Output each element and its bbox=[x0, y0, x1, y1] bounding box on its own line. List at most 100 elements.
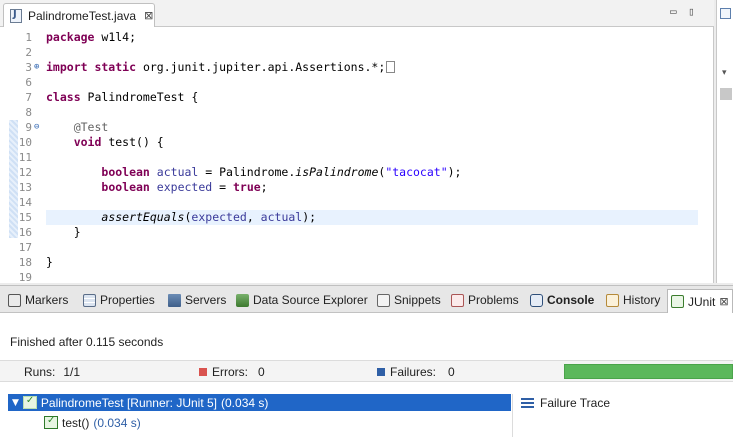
markers-icon bbox=[8, 293, 21, 307]
failure-icon bbox=[377, 368, 385, 376]
tab-markers[interactable]: Markers bbox=[8, 290, 68, 310]
tab-label: Problems bbox=[468, 293, 519, 307]
editor-tab-bar: PalindromeTest.java ⊠ ▭ ▯ bbox=[0, 0, 714, 27]
failures-counter: Failures: 0 bbox=[377, 365, 455, 379]
code-line[interactable]: 7 class PalindromeTest { bbox=[0, 90, 714, 105]
editor-tab-palindrometest[interactable]: PalindromeTest.java ⊠ bbox=[3, 3, 155, 27]
code-line[interactable]: 15 assertEquals(expected, actual); bbox=[0, 210, 714, 225]
code-editor[interactable]: 1 package w1l4; 2 3 ⊕ import static org.junit… bbox=[0, 28, 714, 283]
code-line[interactable]: 11 bbox=[0, 150, 714, 165]
code-line[interactable]: 10 void test() { bbox=[0, 135, 714, 150]
failure-trace-panel: Failure Trace bbox=[512, 394, 733, 437]
close-icon[interactable]: ⊠ bbox=[144, 9, 153, 22]
tab-console[interactable]: Console bbox=[530, 290, 594, 310]
code-line[interactable]: 1 package w1l4; bbox=[0, 30, 714, 45]
tree-item-time: (0.034 s) bbox=[93, 415, 141, 430]
editor-pane: PalindromeTest.java ⊠ ▭ ▯ 1 package w1l4;… bbox=[0, 0, 714, 283]
code-line[interactable]: 19 bbox=[0, 270, 714, 283]
code-line[interactable]: 12 boolean actual = Palindrome.isPalindr… bbox=[0, 165, 714, 180]
junit-icon bbox=[671, 295, 684, 308]
minimize-icon[interactable]: ▭ bbox=[670, 5, 677, 18]
tab-label: Console bbox=[547, 293, 595, 307]
console-icon bbox=[530, 293, 543, 307]
tab-problems[interactable]: Problems bbox=[451, 290, 519, 310]
code-text: import static org.junit.jupiter.api.Asse… bbox=[46, 60, 396, 75]
test-tree[interactable]: ▼ PalindromeTest [Runner: JUnit 5] (0.03… bbox=[8, 394, 511, 437]
code-line[interactable]: 6 bbox=[0, 75, 714, 90]
code-line[interactable]: 8 bbox=[0, 105, 714, 120]
outline-icon[interactable] bbox=[720, 8, 731, 19]
code-line[interactable]: 16 } bbox=[0, 225, 714, 240]
tab-label: Properties bbox=[100, 293, 155, 307]
line-number: 7 bbox=[25, 91, 32, 104]
test-pass-icon bbox=[44, 415, 58, 429]
tree-item-time: (0.034 s) bbox=[221, 395, 269, 410]
code-line[interactable]: 13 boolean expected = true; bbox=[0, 180, 714, 195]
code-line[interactable]: 9 ⊖ @Test bbox=[0, 120, 714, 135]
tab-properties[interactable]: Properties bbox=[83, 290, 155, 310]
line-number: 2 bbox=[25, 46, 32, 59]
failures-label: Failures: bbox=[390, 365, 437, 379]
line-number: 3 bbox=[25, 61, 32, 74]
runs-label: Runs: bbox=[24, 365, 56, 379]
line-number: 11 bbox=[18, 151, 32, 164]
line-number: 16 bbox=[18, 226, 32, 239]
test-suite-pass-icon bbox=[22, 395, 37, 409]
tab-label: Data Source Explorer bbox=[253, 293, 368, 307]
code-text: package w1l4; bbox=[46, 30, 137, 44]
failure-trace-header: Failure Trace bbox=[521, 396, 610, 410]
properties-icon bbox=[83, 293, 96, 307]
code-line[interactable]: 3 ⊕ import static org.junit.jupiter.api.As… bbox=[0, 60, 714, 75]
code-text: boolean actual = Palindrome.isPalindrome… bbox=[101, 165, 462, 179]
tab-history[interactable]: History bbox=[606, 290, 660, 310]
code-text: @Test bbox=[73, 120, 109, 134]
line-number: 12 bbox=[18, 166, 32, 179]
tree-item-label: test() bbox=[62, 415, 90, 430]
java-file-icon bbox=[10, 8, 22, 23]
code-text: } bbox=[46, 255, 53, 269]
servers-icon bbox=[168, 293, 181, 307]
junit-view: Finished after 0.115 seconds Runs: 1/1 Er… bbox=[0, 314, 733, 437]
folded-imports-marker[interactable] bbox=[386, 61, 396, 73]
tree-item-palindrometest[interactable]: ▼ PalindromeTest [Runner: JUnit 5] (0.03… bbox=[8, 394, 511, 411]
line-number: 19 bbox=[18, 271, 32, 283]
bottom-view-stack: Markers Properties Servers Data Source E… bbox=[0, 285, 733, 437]
collapse-fold-icon[interactable]: ⊖ bbox=[34, 120, 39, 135]
errors-label: Errors: bbox=[212, 365, 248, 379]
line-number: 14 bbox=[18, 196, 32, 209]
code-line[interactable]: 18} bbox=[0, 255, 714, 270]
chevron-down-icon[interactable]: ▾ bbox=[722, 68, 727, 78]
chevron-down-icon[interactable]: ▼ bbox=[12, 398, 19, 408]
tab-servers[interactable]: Servers bbox=[168, 290, 226, 310]
code-line[interactable]: 14 bbox=[0, 195, 714, 210]
scrollbar-thumb[interactable] bbox=[720, 88, 732, 100]
line-number: 10 bbox=[18, 136, 32, 149]
close-icon[interactable]: ⊠ bbox=[719, 295, 728, 308]
code-text: assertEquals(expected, actual); bbox=[101, 210, 317, 224]
expand-fold-icon[interactable]: ⊕ bbox=[34, 60, 39, 75]
code-line[interactable]: 2 bbox=[0, 45, 714, 60]
tab-label: JUnit bbox=[688, 294, 716, 309]
code-text: class PalindromeTest { bbox=[46, 90, 199, 104]
tab-junit[interactable]: JUnit ⊠ bbox=[667, 289, 733, 313]
line-number: 9 bbox=[25, 121, 32, 134]
database-icon bbox=[236, 293, 249, 307]
tab-label: Markers bbox=[25, 293, 69, 307]
progress-bar bbox=[564, 364, 733, 379]
error-icon bbox=[199, 368, 207, 376]
tab-data-source-explorer[interactable]: Data Source Explorer bbox=[236, 290, 368, 310]
code-line[interactable]: 17 bbox=[0, 240, 714, 255]
line-number: 8 bbox=[25, 106, 32, 119]
tab-label: Servers bbox=[185, 293, 227, 307]
tab-snippets[interactable]: Snippets bbox=[377, 290, 441, 310]
maximize-icon[interactable]: ▯ bbox=[688, 5, 695, 18]
outline-pane: ▾ bbox=[716, 0, 733, 283]
code-text: } bbox=[46, 225, 81, 239]
failures-value: 0 bbox=[448, 365, 455, 379]
line-number: 6 bbox=[25, 76, 32, 89]
errors-counter: Errors: 0 bbox=[199, 365, 265, 379]
failure-trace-label: Failure Trace bbox=[540, 396, 611, 410]
line-number: 18 bbox=[18, 256, 32, 269]
stack-trace-icon bbox=[521, 398, 534, 408]
tree-item-test[interactable]: test() (0.034 s) bbox=[44, 414, 141, 431]
